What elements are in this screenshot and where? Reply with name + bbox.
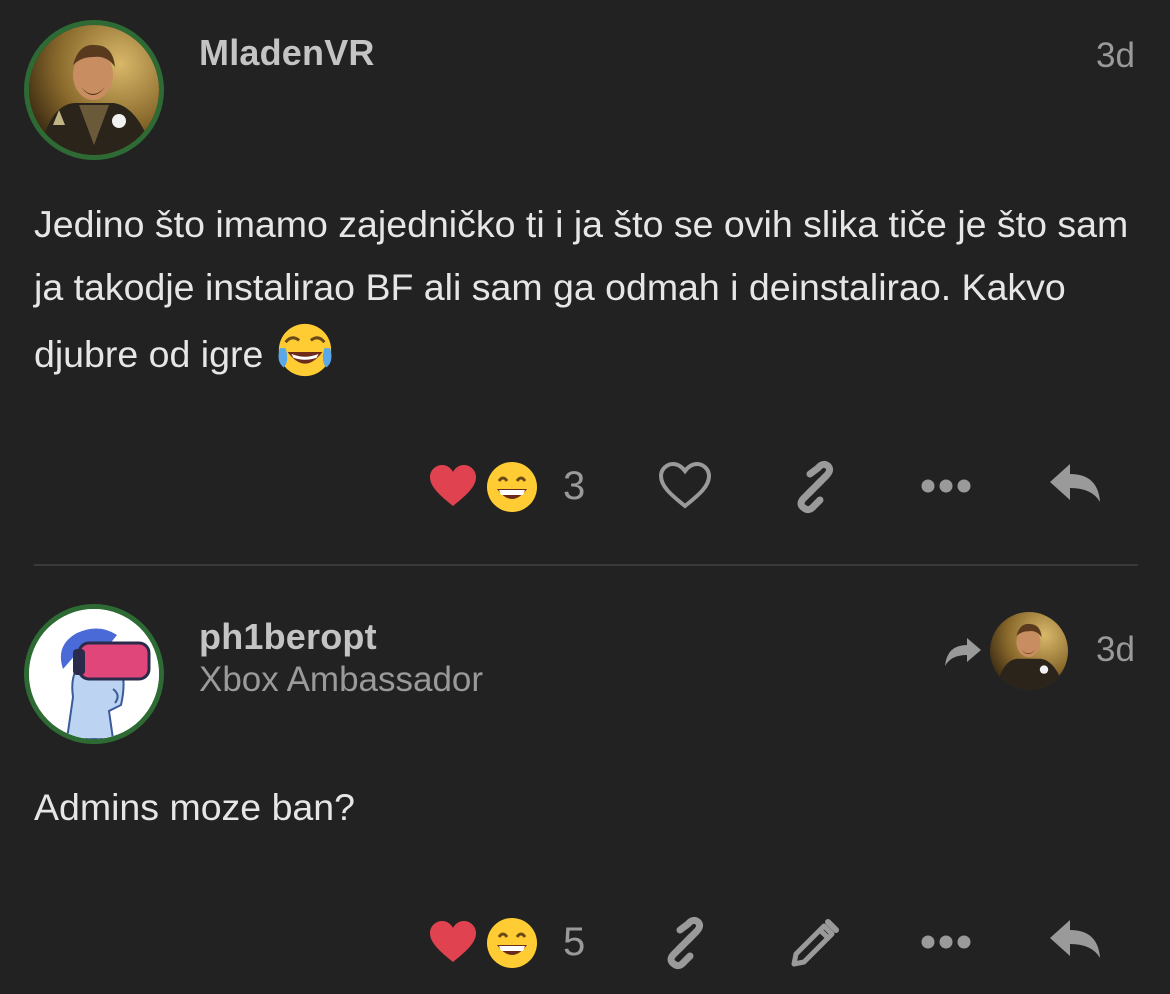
avatar-image (29, 609, 159, 739)
reply-to-avatar[interactable] (990, 612, 1068, 690)
heart-reaction-icon[interactable] (428, 920, 478, 964)
post-body-text: Admins moze ban? (34, 786, 356, 828)
reply-to-arrow-icon[interactable] (943, 636, 983, 668)
grin-reaction-icon[interactable] (486, 917, 538, 969)
post-body: Admins moze ban? (34, 776, 1144, 839)
link-icon[interactable] (658, 916, 712, 970)
post-actions: 3 (0, 452, 1170, 522)
post-actions: 5 (0, 908, 1170, 978)
reply-icon[interactable] (1048, 918, 1104, 964)
joy-emoji-icon (278, 323, 332, 377)
user-avatar[interactable] (24, 20, 164, 160)
link-icon[interactable] (788, 460, 842, 514)
user-avatar[interactable] (24, 604, 164, 744)
post-body-text: Jedino što imamo zajedničko ti i ja što … (34, 203, 1129, 375)
reaction-count[interactable]: 3 (563, 464, 585, 509)
post-date[interactable]: 3d (1096, 630, 1135, 670)
heart-reaction-icon[interactable] (428, 464, 478, 508)
like-icon[interactable] (658, 462, 712, 510)
post-body: Jedino što imamo zajedničko ti i ja što … (34, 193, 1144, 386)
reply-icon[interactable] (1048, 462, 1104, 508)
post-date[interactable]: 3d (1096, 36, 1135, 76)
reaction-count[interactable]: 5 (563, 920, 585, 965)
edit-icon[interactable] (788, 916, 842, 970)
user-title: Xbox Ambassador (199, 660, 484, 699)
grin-reaction-icon[interactable] (486, 461, 538, 513)
more-icon[interactable] (920, 934, 972, 950)
post-2: ph1beropt Xbox Ambassador 3d Admins moze… (0, 566, 1170, 994)
more-icon[interactable] (920, 478, 972, 494)
avatar-image (29, 25, 159, 155)
username[interactable]: MladenVR (199, 32, 375, 74)
post-1: MladenVR 3d Jedino što imamo zajedničko … (0, 0, 1170, 560)
avatar-image (990, 612, 1068, 690)
username[interactable]: ph1beropt (199, 616, 377, 658)
